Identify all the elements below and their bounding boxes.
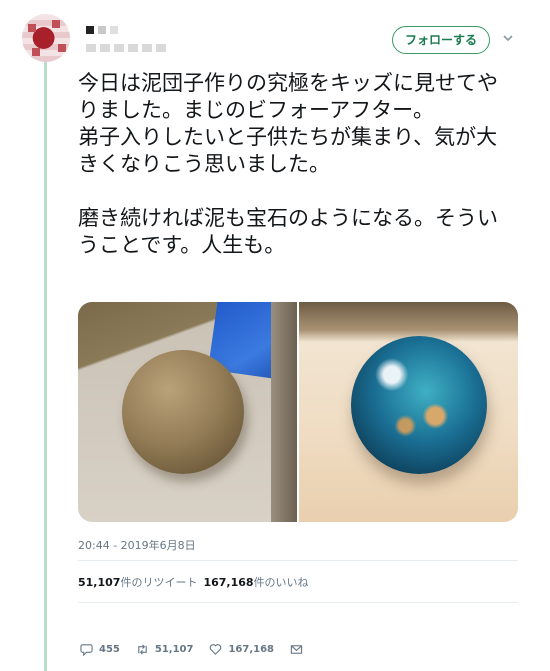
retweet-button[interactable]: 51,107: [136, 643, 194, 656]
divider: [78, 602, 518, 603]
reply-count: 455: [99, 644, 120, 655]
thread-line: [44, 54, 47, 671]
avatar[interactable]: [22, 14, 70, 62]
envelope-icon: [290, 645, 303, 654]
action-bar: 455 51,107 167,168: [80, 643, 319, 656]
before-photo[interactable]: [78, 302, 297, 522]
username-redacted[interactable]: [86, 44, 166, 52]
retweet-count-link[interactable]: 51,107件のリツイート: [78, 574, 197, 590]
like-button[interactable]: 167,168: [209, 643, 274, 656]
tweet-stats: 51,107件のリツイート 167,168件のいいね: [78, 574, 309, 590]
avatar-pixel: [58, 44, 66, 52]
tweet-media[interactable]: [78, 302, 518, 522]
avatar-pixel: [32, 48, 40, 56]
retweet-count: 51,107: [154, 644, 194, 655]
avatar-pixel: [52, 20, 60, 28]
chevron-down-icon[interactable]: [502, 32, 514, 44]
reply-button[interactable]: 455: [80, 643, 120, 656]
like-count: 167,168: [228, 644, 275, 655]
follow-button[interactable]: フォローする: [391, 26, 490, 54]
like-count-link[interactable]: 167,168件のいいね: [203, 574, 308, 590]
board-edge: [271, 302, 297, 522]
polished-ball: [351, 336, 487, 474]
retweet-icon: [138, 644, 147, 655]
tweet-timestamp[interactable]: 20:44 - 2019年6月8日: [78, 537, 196, 553]
reply-icon: [80, 644, 93, 656]
heart-icon: [210, 644, 222, 655]
tweet-header: フォローする: [80, 20, 520, 60]
mud-ball: [122, 350, 244, 474]
after-photo[interactable]: [299, 302, 518, 522]
dm-button[interactable]: [290, 643, 303, 656]
avatar-pixel: [28, 24, 36, 32]
display-name-redacted[interactable]: [86, 26, 118, 34]
divider: [78, 560, 518, 561]
tweet-text: 今日は泥団子作りの究極をキッズに見せてやりました。まじのビフォーアフター。 弟子…: [78, 71, 498, 257]
